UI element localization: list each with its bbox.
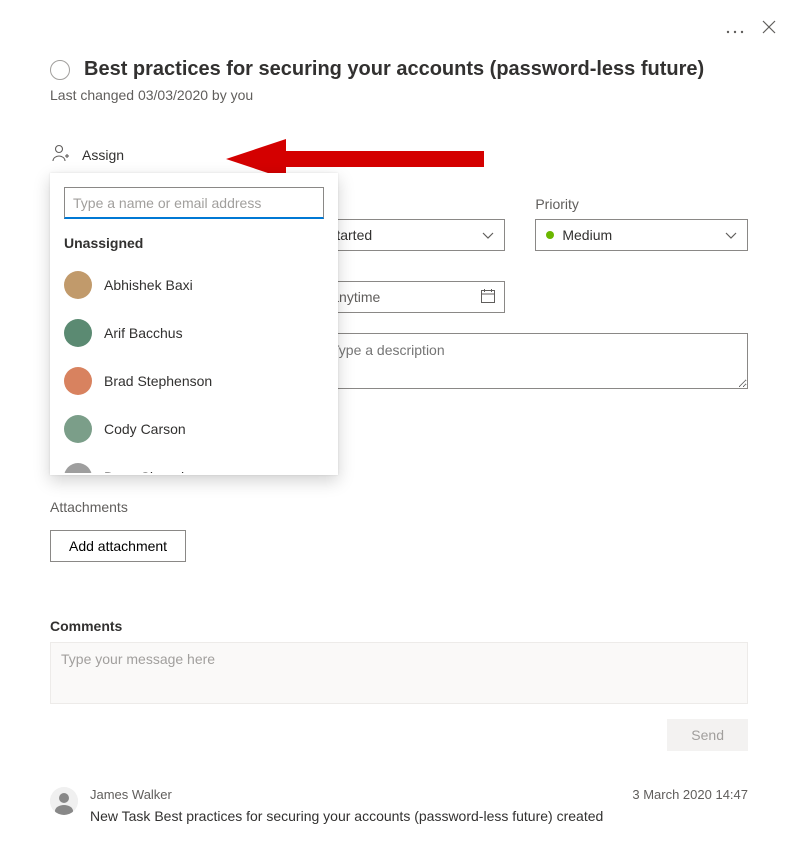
person-add-icon: [50, 143, 70, 166]
person-option[interactable]: Cody Carson: [50, 405, 338, 453]
priority-select[interactable]: Medium: [535, 219, 748, 251]
last-changed-meta: Last changed 03/03/2020 by you: [50, 87, 748, 103]
person-name: Dave Shanahan: [104, 469, 204, 473]
priority-dot-icon: [546, 231, 554, 239]
avatar: [64, 271, 92, 299]
close-icon[interactable]: [762, 20, 776, 39]
assign-people-list[interactable]: Unassigned Abhishek Baxi Arif Bacchus Br…: [50, 229, 338, 473]
avatar: [64, 367, 92, 395]
unassigned-heading: Unassigned: [50, 229, 338, 261]
person-name: Brad Stephenson: [104, 373, 212, 389]
task-title[interactable]: Best practices for securing your account…: [84, 58, 704, 81]
add-attachment-button[interactable]: Add attachment: [50, 530, 186, 562]
person-option[interactable]: Dave Shanahan: [50, 453, 338, 473]
person-name: Cody Carson: [104, 421, 186, 437]
priority-value: Medium: [562, 227, 612, 243]
activity-author: James Walker: [90, 787, 172, 802]
activity-text: New Task Best practices for securing you…: [90, 808, 748, 824]
comments-label: Comments: [50, 618, 748, 634]
activity-timestamp: 3 March 2020 14:47: [632, 787, 748, 802]
notes-textarea[interactable]: [320, 333, 748, 389]
activity-entry: James Walker 3 March 2020 14:47 New Task…: [50, 787, 748, 824]
person-option[interactable]: Abhishek Baxi: [50, 261, 338, 309]
complete-checkbox[interactable]: [50, 60, 70, 80]
chevron-down-icon: [482, 227, 494, 243]
chevron-down-icon: [725, 227, 737, 243]
send-button[interactable]: Send: [667, 719, 748, 751]
assign-label: Assign: [82, 147, 124, 163]
calendar-icon: [480, 288, 496, 307]
avatar: [64, 463, 92, 473]
person-option[interactable]: Arif Bacchus: [50, 309, 338, 357]
comment-input[interactable]: [50, 642, 748, 704]
priority-label: Priority: [535, 196, 748, 212]
person-name: Abhishek Baxi: [104, 277, 193, 293]
person-option[interactable]: Brad Stephenson: [50, 357, 338, 405]
avatar: [64, 319, 92, 347]
assign-popup: Unassigned Abhishek Baxi Arif Bacchus Br…: [50, 173, 338, 475]
person-name: Arif Bacchus: [104, 325, 183, 341]
assign-search-input[interactable]: [64, 187, 324, 219]
avatar: [50, 787, 78, 815]
attachments-label: Attachments: [50, 499, 748, 515]
avatar: [64, 415, 92, 443]
assign-button[interactable]: Assign: [50, 143, 748, 166]
more-icon[interactable]: [726, 21, 744, 39]
